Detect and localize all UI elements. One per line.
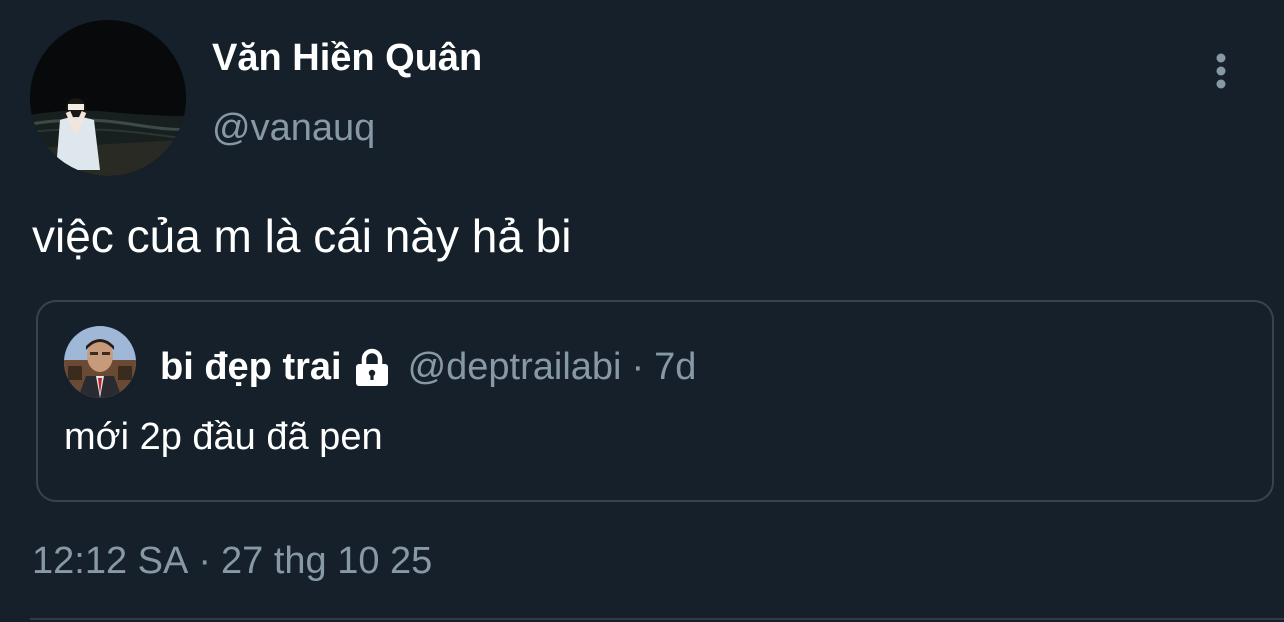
avatar-photo [30, 20, 186, 176]
quoted-tweet-text: mới 2p đầu đã pen [64, 416, 383, 458]
more-vertical-icon [1216, 53, 1226, 89]
tweet-text: việc của m là cái này hả bi [32, 210, 572, 262]
timestamp-time: 12:12 SA [32, 540, 189, 582]
quoted-tweet-card[interactable]: bi đẹp trai @deptrailabi · 7d mới 2p đầu… [36, 300, 1274, 502]
divider [30, 618, 1284, 620]
lock-icon [350, 345, 394, 389]
quoted-author-handle[interactable]: @deptrailabi [408, 346, 622, 389]
author-display-name[interactable]: Văn Hiền Quân [212, 36, 482, 80]
author-handle[interactable]: @vanauq [212, 106, 375, 150]
quoted-author-display-name[interactable]: bi đẹp trai [160, 346, 342, 389]
tweet-timestamp[interactable]: 12:12 SA · 27 thg 10 25 [32, 538, 432, 584]
timestamp-date: 27 thg 10 25 [221, 540, 433, 582]
separator-dot: · [631, 345, 645, 388]
more-options-button[interactable] [1204, 50, 1238, 94]
separator-dot: · [198, 540, 211, 582]
quoted-tweet-header: bi đẹp trai @deptrailabi · 7d [160, 342, 696, 392]
quoted-avatar-photo [64, 326, 136, 398]
avatar[interactable] [30, 20, 186, 176]
quoted-author-avatar[interactable] [64, 326, 136, 398]
quoted-tweet-time[interactable]: 7d [654, 346, 696, 389]
